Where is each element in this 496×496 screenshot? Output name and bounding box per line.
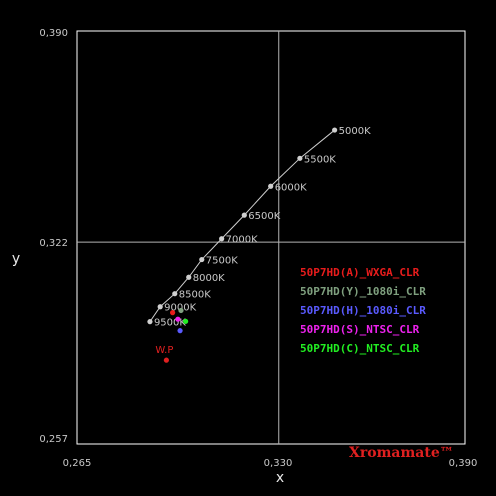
y-tick-mid: 0,322 — [39, 238, 68, 249]
brand-watermark: Xromamate™ — [349, 445, 454, 461]
locus-label: 5500K — [304, 154, 336, 165]
locus-label: 5000K — [339, 126, 371, 137]
y-axis-title: y — [12, 251, 20, 267]
locus-label: 7500K — [206, 256, 238, 267]
x-tick-mid: 0,330 — [264, 458, 293, 469]
locus-point — [172, 291, 178, 297]
locus-label: 7000K — [226, 235, 258, 246]
blackbody-locus: 5000K 5500K 6000K 6500K 7000K 7500K 8000K 8500K… — [147, 126, 371, 329]
series-point — [183, 318, 189, 324]
locus-point — [147, 319, 153, 325]
locus-label: 6500K — [248, 211, 280, 222]
locus-point — [219, 236, 225, 242]
x-axis-title: x — [276, 470, 284, 486]
locus-point — [186, 274, 192, 280]
legend-entry: 50P7HD(Y)_1080i_CLR — [300, 285, 426, 298]
series-point — [170, 310, 176, 316]
y-tick-bottom: 0,257 — [39, 434, 68, 445]
chromaticity-chart: 0,390 0,322 0,257 0,265 0,330 0,390 y x … — [12, 28, 477, 486]
white-point-marker — [163, 357, 169, 363]
legend: 50P7HD(A)_WXGA_CLR 50P7HD(Y)_1080i_CLR 50P… — [300, 266, 426, 355]
series-point — [177, 328, 183, 334]
locus-point — [268, 183, 274, 189]
y-tick-top: 0,390 — [39, 28, 68, 39]
locus-label: 8500K — [179, 290, 211, 301]
series-point — [178, 307, 184, 314]
locus-label: 9500K — [154, 318, 186, 329]
locus-point — [297, 155, 303, 161]
legend-entry: 50P7HD(A)_WXGA_CLR — [300, 266, 420, 279]
series-point — [175, 316, 181, 322]
white-point-label: W.P — [155, 345, 173, 356]
locus-point — [157, 304, 163, 310]
legend-entry: 50P7HD(S)_NTSC_CLR — [300, 323, 420, 336]
locus-label: 8000K — [193, 273, 225, 284]
locus-point — [241, 212, 247, 218]
locus-point — [332, 127, 338, 133]
x-tick-left: 0,265 — [63, 458, 92, 469]
locus-point — [199, 256, 205, 263]
legend-entry: 50P7HD(C)_NTSC_CLR — [300, 342, 420, 355]
legend-entry: 50P7HD(H)_1080i_CLR — [300, 304, 426, 317]
locus-label: 6000K — [275, 182, 307, 193]
white-point: W.P — [155, 345, 173, 363]
plot-frame — [76, 30, 466, 445]
